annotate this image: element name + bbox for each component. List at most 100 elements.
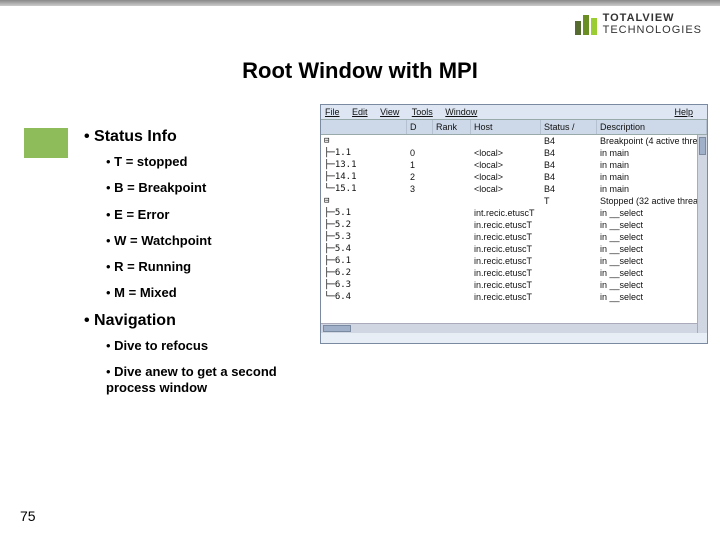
cell-status: B4 — [541, 147, 597, 159]
cell-tree: ⊟ — [321, 135, 407, 147]
list-item: T = stopped — [106, 154, 304, 170]
scrollbar-vertical[interactable] — [697, 135, 707, 333]
page-number: 75 — [20, 508, 36, 524]
menu-tools[interactable]: Tools — [412, 107, 433, 117]
decorative-top-bar — [0, 0, 720, 6]
cell-desc: in __select — [597, 243, 707, 255]
menu-view[interactable]: View — [380, 107, 399, 117]
cell-status — [541, 291, 597, 303]
table-row[interactable]: ├─5.1int.recic.etuscTin __select — [321, 207, 707, 219]
table-row[interactable]: ├─13.11<local>B4in main — [321, 159, 707, 171]
accent-box — [24, 128, 68, 158]
cell-desc: Breakpoint (4 active threads) — [597, 135, 707, 147]
cell-host: <local> — [471, 159, 541, 171]
col-host[interactable]: Host — [471, 120, 541, 134]
col-d[interactable]: D — [407, 120, 433, 134]
table-row[interactable]: ⊟ B4Breakpoint (4 active threads) — [321, 135, 707, 147]
cell-tree: ├─5.3 — [321, 231, 407, 243]
cell-status — [541, 207, 597, 219]
menu-window[interactable]: Window — [445, 107, 477, 117]
cell-rank — [433, 171, 471, 183]
table-row[interactable]: ├─5.3in.recic.etuscTin __select — [321, 231, 707, 243]
cell-d — [407, 219, 433, 231]
cell-desc: in __select — [597, 231, 707, 243]
table-row[interactable]: ⊟TStopped (32 active threads) — [321, 195, 707, 207]
cell-rank — [433, 291, 471, 303]
list-item: W = Watchpoint — [106, 233, 304, 249]
page-title: Root Window with MPI — [0, 58, 720, 84]
cell-host: in.recic.etuscT — [471, 267, 541, 279]
cell-status — [541, 279, 597, 291]
cell-desc: in main — [597, 183, 707, 195]
cell-status: B4 — [541, 135, 597, 147]
cell-d: 0 — [407, 147, 433, 159]
cell-tree: ├─13.1 — [321, 159, 407, 171]
list-item: B = Breakpoint — [106, 180, 304, 196]
table-row[interactable]: ├─5.2in.recic.etuscTin __select — [321, 219, 707, 231]
cell-host: in.recic.etuscT — [471, 219, 541, 231]
cell-host: in.recic.etuscT — [471, 255, 541, 267]
list-item: E = Error — [106, 207, 304, 223]
cell-desc: Stopped (32 active threads) — [597, 195, 707, 207]
cell-host: <local> — [471, 171, 541, 183]
cell-status: B4 — [541, 171, 597, 183]
cell-desc: in __select — [597, 291, 707, 303]
app-window: File Edit View Tools Window Help D Rank … — [320, 104, 708, 344]
cell-desc: in __select — [597, 255, 707, 267]
table-row[interactable]: └─15.13<local>B4in main — [321, 183, 707, 195]
cell-tree: ├─1.1 — [321, 147, 407, 159]
navigation-list: Dive to refocus Dive anew to get a secon… — [84, 338, 304, 397]
cell-rank — [433, 159, 471, 171]
cell-tree: ├─5.4 — [321, 243, 407, 255]
table-row[interactable]: ├─5.4 in.recic.etuscT in __select — [321, 243, 707, 255]
col-tree[interactable] — [321, 120, 407, 134]
scrollbar-thumb[interactable] — [699, 137, 706, 155]
scrollbar-thumb[interactable] — [323, 325, 351, 332]
table-row[interactable]: └─6.4 in.recic.etuscT in __select — [321, 291, 707, 303]
col-description[interactable]: Description — [597, 120, 707, 134]
cell-status — [541, 243, 597, 255]
column-headers: D Rank Host Status / Description — [321, 120, 707, 135]
cell-tree: └─6.4 — [321, 291, 407, 303]
cell-status — [541, 219, 597, 231]
cell-host — [471, 195, 541, 207]
cell-d: 3 — [407, 183, 433, 195]
cell-host: <local> — [471, 147, 541, 159]
bullet-content: Status Info T = stopped B = Breakpoint E… — [84, 128, 304, 406]
cell-host: in.recic.etuscT — [471, 279, 541, 291]
cell-d: 2 — [407, 171, 433, 183]
cell-d — [407, 267, 433, 279]
cell-d — [407, 207, 433, 219]
cell-tree: ├─5.1 — [321, 207, 407, 219]
table-row[interactable]: ├─6.2in.recic.etuscTin __select — [321, 267, 707, 279]
cell-d — [407, 291, 433, 303]
status-list: T = stopped B = Breakpoint E = Error W =… — [84, 154, 304, 302]
col-rank[interactable]: Rank — [433, 120, 471, 134]
cell-status: B4 — [541, 183, 597, 195]
list-item: R = Running — [106, 259, 304, 275]
col-status[interactable]: Status / — [541, 120, 597, 134]
cell-tree: ├─6.3 — [321, 279, 407, 291]
menu-edit[interactable]: Edit — [352, 107, 368, 117]
table-row[interactable]: ├─6.1in.recic.etuscTin __select — [321, 255, 707, 267]
cell-desc: in __select — [597, 207, 707, 219]
cell-status — [541, 255, 597, 267]
menu-help[interactable]: Help — [674, 107, 693, 117]
navigation-heading: Navigation — [84, 312, 304, 330]
table-row[interactable]: ├─1.10<local>B4in main — [321, 147, 707, 159]
menu-file[interactable]: File — [325, 107, 340, 117]
logo-icon — [575, 13, 597, 35]
table-row[interactable]: ├─14.12<local>B4in main — [321, 171, 707, 183]
cell-host: in.recic.etuscT — [471, 291, 541, 303]
cell-host: in.recic.etuscT — [471, 243, 541, 255]
cell-tree: └─15.1 — [321, 183, 407, 195]
cell-rank — [433, 135, 471, 147]
cell-desc: in __select — [597, 279, 707, 291]
cell-d: 1 — [407, 159, 433, 171]
cell-rank — [433, 183, 471, 195]
cell-status — [541, 267, 597, 279]
cell-rank — [433, 219, 471, 231]
scrollbar-horizontal[interactable] — [321, 323, 697, 333]
cell-tree: ⊟ — [321, 195, 407, 207]
table-row[interactable]: ├─6.3 in.recic.etuscT in __select — [321, 279, 707, 291]
